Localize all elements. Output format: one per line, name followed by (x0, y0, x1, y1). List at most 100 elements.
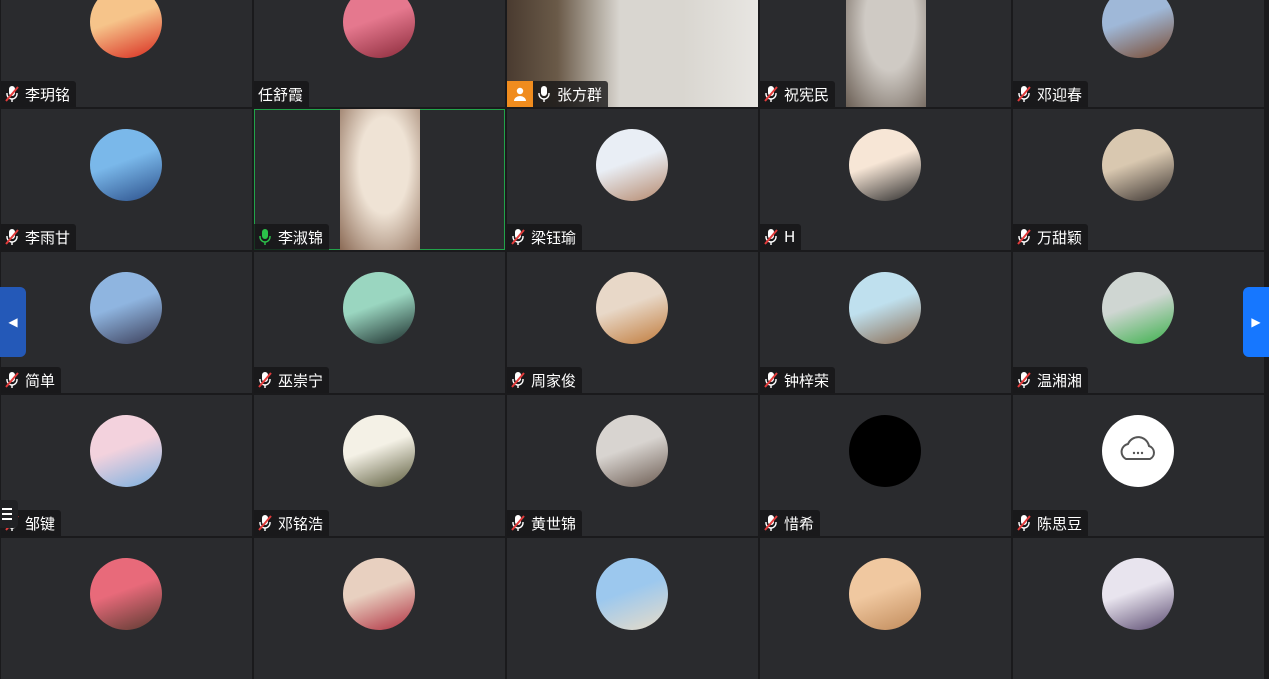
participant-tile[interactable]: 李雨甘 (1, 109, 252, 250)
menu-icon (2, 508, 12, 510)
microphone-icon (537, 85, 551, 103)
mic-muted-icon (1017, 371, 1031, 389)
participant-tile[interactable]: 张方群 (507, 0, 758, 107)
participant-name-tag: 张方群 (507, 81, 609, 107)
avatar (849, 415, 921, 487)
mic-muted-icon (511, 228, 525, 246)
participant-tile[interactable]: 邹键 (1, 395, 252, 536)
participant-name: 祝宪民 (784, 85, 830, 104)
video-feed (340, 109, 420, 250)
mic-muted-icon (258, 514, 272, 532)
participant-tile[interactable]: 李淑锦 (254, 109, 505, 250)
participant-tile[interactable] (254, 538, 505, 679)
mic-muted-icon (764, 85, 778, 103)
participant-tile[interactable]: 祝宪民 (760, 0, 1011, 107)
participant-tile[interactable]: 邓迎春 (1013, 0, 1264, 107)
avatar (90, 558, 162, 630)
participant-tile[interactable]: 惜希 (760, 395, 1011, 536)
avatar (596, 415, 668, 487)
participant-tile[interactable]: 李玥铭 (1, 0, 252, 107)
avatar (90, 0, 162, 58)
participant-tile[interactable]: 万甜颖 (1013, 109, 1264, 250)
participant-name-tag: 邓铭浩 (254, 510, 330, 536)
participant-name-tag: 巫崇宁 (254, 367, 330, 393)
participant-name: 李玥铭 (25, 85, 71, 104)
participant-name: H (784, 228, 796, 246)
avatar (849, 129, 921, 201)
participant-name: 李淑锦 (278, 228, 324, 247)
avatar (849, 558, 921, 630)
cloud-icon (1102, 415, 1174, 487)
menu-button[interactable] (0, 500, 18, 528)
participant-name-tag: 钟梓荣 (760, 367, 836, 393)
mic-muted-icon (1017, 85, 1031, 103)
participant-tile[interactable] (507, 538, 758, 679)
participant-tile[interactable]: H (760, 109, 1011, 250)
mic-muted-icon (511, 514, 525, 532)
participant-tile[interactable] (760, 538, 1011, 679)
mic-muted-icon (764, 228, 778, 246)
participant-name-tag: 李雨甘 (1, 224, 77, 250)
participant-name-tag: 任舒霞 (254, 81, 310, 107)
participant-tile[interactable]: 温湘湘 (1013, 252, 1264, 393)
participant-name: 简单 (25, 371, 56, 390)
participant-name-tag: 简单 (1, 367, 62, 393)
participant-tile[interactable]: 周家俊 (507, 252, 758, 393)
participant-name: 温湘湘 (1037, 371, 1083, 390)
participant-name-tag: 李淑锦 (254, 224, 330, 250)
avatar (343, 558, 415, 630)
avatar (1102, 558, 1174, 630)
avatar (596, 129, 668, 201)
participant-name: 邓迎春 (1037, 85, 1083, 104)
participant-name: 惜希 (784, 514, 815, 533)
participant-name: 李雨甘 (25, 228, 71, 247)
chevron-left-icon: ◀ (8, 315, 18, 329)
participant-name: 万甜颖 (1037, 228, 1083, 247)
host-icon (507, 81, 533, 107)
avatar (596, 558, 668, 630)
participant-tile[interactable] (1, 538, 252, 679)
avatar (596, 272, 668, 344)
chevron-right-icon: ▶ (1251, 315, 1261, 329)
participant-tile[interactable]: 巫崇宁 (254, 252, 505, 393)
participant-name: 周家俊 (531, 371, 577, 390)
participant-name: 巫崇宁 (278, 371, 324, 390)
participant-tile[interactable]: 陈思豆 (1013, 395, 1264, 536)
participant-tile[interactable] (1013, 538, 1264, 679)
participant-tile[interactable]: 任舒霞 (254, 0, 505, 107)
previous-page-button[interactable]: ◀ (0, 287, 26, 357)
mic-muted-icon (1017, 514, 1031, 532)
participant-name-tag: 黄世锦 (507, 510, 583, 536)
mic-muted-icon (764, 371, 778, 389)
participant-name: 钟梓荣 (784, 371, 830, 390)
participant-name-tag: 李玥铭 (1, 81, 77, 107)
participant-name: 张方群 (557, 85, 603, 104)
participant-tile[interactable]: 邓铭浩 (254, 395, 505, 536)
participant-tile[interactable]: 黄世锦 (507, 395, 758, 536)
avatar (343, 415, 415, 487)
participant-name-tag: 惜希 (760, 510, 821, 536)
participant-tile[interactable]: 梁钰瑜 (507, 109, 758, 250)
mic-muted-icon (1017, 228, 1031, 246)
avatar (90, 272, 162, 344)
participant-name-tag: 周家俊 (507, 367, 583, 393)
participant-name: 任舒霞 (258, 85, 304, 104)
participant-name-tag: 梁钰瑜 (507, 224, 583, 250)
participant-tile[interactable]: 简单 (1, 252, 252, 393)
participant-tile[interactable]: 钟梓荣 (760, 252, 1011, 393)
next-page-button[interactable]: ▶ (1243, 287, 1269, 357)
avatar (90, 129, 162, 201)
avatar (343, 0, 415, 58)
participant-name-tag: H (760, 224, 802, 250)
mic-muted-icon (5, 228, 19, 246)
mic-muted-icon (5, 85, 19, 103)
participant-name: 黄世锦 (531, 514, 577, 533)
avatar (343, 272, 415, 344)
participant-name-tag: 万甜颖 (1013, 224, 1089, 250)
mic-muted-icon (258, 371, 272, 389)
avatar (1102, 0, 1174, 58)
participant-name-tag: 陈思豆 (1013, 510, 1089, 536)
participant-name: 邓铭浩 (278, 514, 324, 533)
mic-muted-icon (511, 371, 525, 389)
mic-muted-icon (764, 514, 778, 532)
